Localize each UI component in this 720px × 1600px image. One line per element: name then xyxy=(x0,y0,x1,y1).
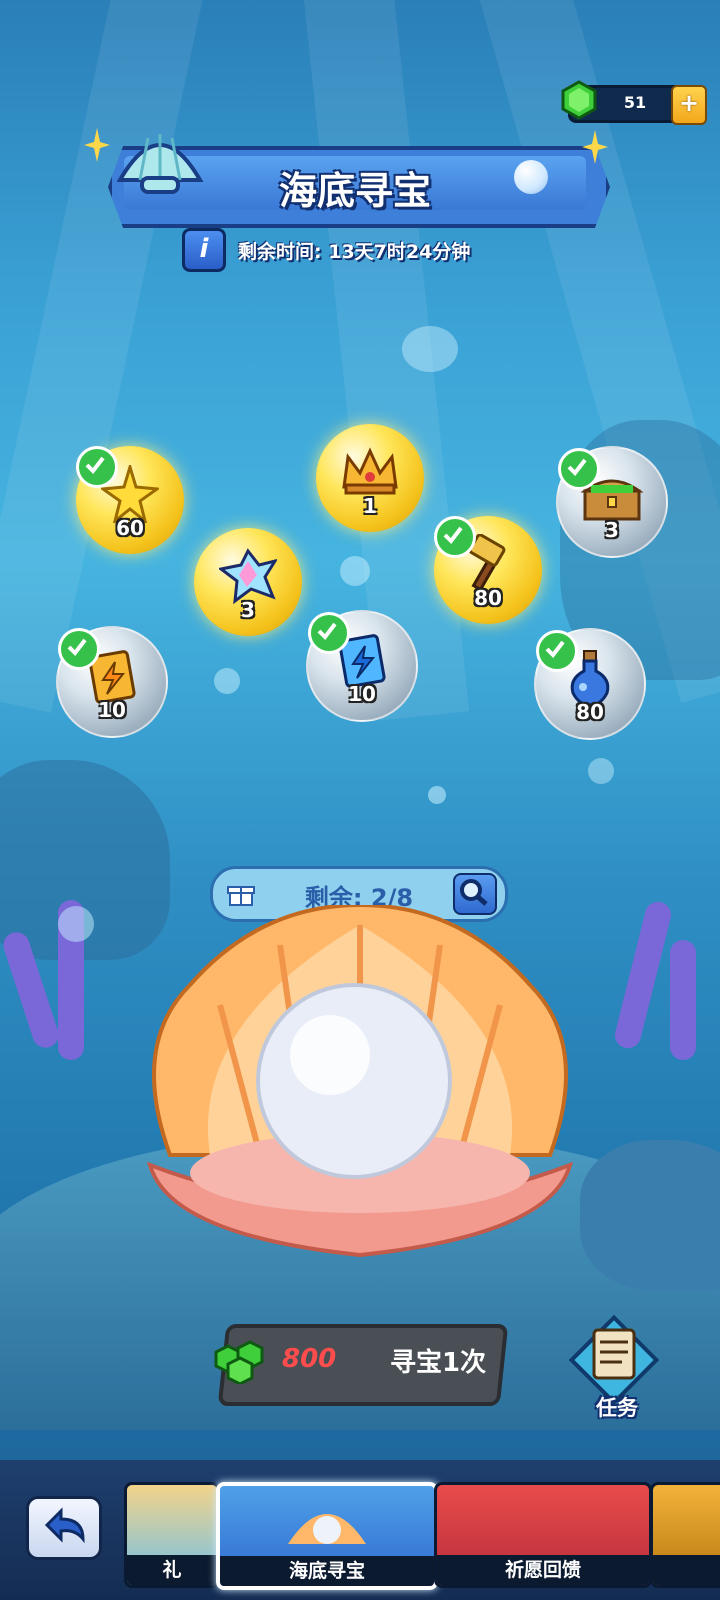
reward-bubble-hammer[interactable]: 80 xyxy=(434,516,542,624)
action-cost: 800 xyxy=(282,1344,337,1374)
decor-bubble xyxy=(588,758,614,784)
reward-bubble-crown[interactable]: 1 xyxy=(316,424,424,532)
claimed-check-icon xyxy=(434,516,476,558)
tab-seabed-treasure[interactable]: 海底寻宝 xyxy=(216,1482,438,1590)
tab-label: 海底寻宝 xyxy=(220,1556,434,1586)
game-screen: 51 + 海底寻宝 i 剩余时间: 13天7时24分钟 60 1 3 3 80 … xyxy=(0,0,720,1600)
reward-bubble-blue-energy-pack[interactable]: 10 xyxy=(306,610,418,722)
reward-bubble-treasure-chest[interactable]: 3 xyxy=(556,446,668,558)
claimed-check-icon xyxy=(536,630,578,672)
reward-bubble-potion[interactable]: 80 xyxy=(534,628,646,740)
timer-text: 剩余时间: 13天7时24分钟 xyxy=(238,237,470,264)
claimed-check-icon xyxy=(308,612,350,654)
clam-thumbnail-icon xyxy=(288,1514,366,1544)
decor-bubble xyxy=(340,556,370,586)
reward-count: 10 xyxy=(98,698,126,722)
event-title: 海底寻宝 xyxy=(278,169,431,213)
tab-next[interactable] xyxy=(650,1482,720,1588)
add-gems-button[interactable]: + xyxy=(671,85,707,125)
tab-gift[interactable]: 礼 xyxy=(124,1482,220,1588)
claimed-check-icon xyxy=(58,628,100,670)
tab-wish-rewards[interactable]: 祈愿回馈 xyxy=(434,1482,652,1588)
sparkle-icon xyxy=(582,130,608,164)
reward-count: 3 xyxy=(605,518,619,542)
tab-label: 祈愿回馈 xyxy=(437,1555,649,1585)
reward-count: 80 xyxy=(576,700,604,724)
reward-count: 10 xyxy=(348,682,376,706)
reward-bubble-rainbow-crystal[interactable]: 3 xyxy=(194,528,302,636)
reward-count: 1 xyxy=(363,494,377,518)
event-timer: i 剩余时间: 13天7时24分钟 xyxy=(182,228,470,272)
back-button[interactable] xyxy=(26,1496,102,1560)
reward-count: 60 xyxy=(116,516,144,540)
tab-label xyxy=(653,1555,720,1585)
clam-with-pearl[interactable] xyxy=(130,902,590,1285)
crown-icon xyxy=(342,446,398,495)
decor-bubble xyxy=(402,326,458,372)
reward-count: 3 xyxy=(241,598,255,622)
timer-label: 剩余时间: xyxy=(238,240,322,263)
gift-icon xyxy=(227,886,255,906)
sparkle-icon xyxy=(84,128,110,162)
action-label: 寻宝1次 xyxy=(390,1348,487,1378)
task-label: 任务 xyxy=(596,1396,638,1420)
timer-value: 13天7时24分钟 xyxy=(328,240,471,263)
clam-icon xyxy=(146,902,574,1258)
gem-pile-icon xyxy=(214,1340,264,1384)
tab-label: 礼 xyxy=(127,1555,217,1585)
info-button[interactable]: i xyxy=(182,228,226,272)
gem-count: 51 xyxy=(623,93,647,112)
light-ray xyxy=(0,0,210,713)
foreground-rock xyxy=(580,1140,720,1290)
decor-bubble xyxy=(214,668,240,694)
reward-bubble-gold-star[interactable]: 60 xyxy=(76,446,184,554)
coral xyxy=(670,940,696,1060)
coral xyxy=(612,899,674,1051)
decor-bubble xyxy=(428,786,446,804)
claimed-check-icon xyxy=(558,448,600,490)
claimed-check-icon xyxy=(76,446,118,488)
reward-count: 80 xyxy=(474,586,502,610)
decor-bubble xyxy=(58,906,94,942)
gem-counter: 51 + xyxy=(561,80,707,125)
reward-bubble-yellow-energy-pack[interactable]: 10 xyxy=(56,626,168,738)
back-arrow-icon xyxy=(44,1507,85,1544)
crystal-icon xyxy=(219,547,277,604)
magnifier-icon xyxy=(460,879,488,906)
gem-icon xyxy=(561,80,597,120)
